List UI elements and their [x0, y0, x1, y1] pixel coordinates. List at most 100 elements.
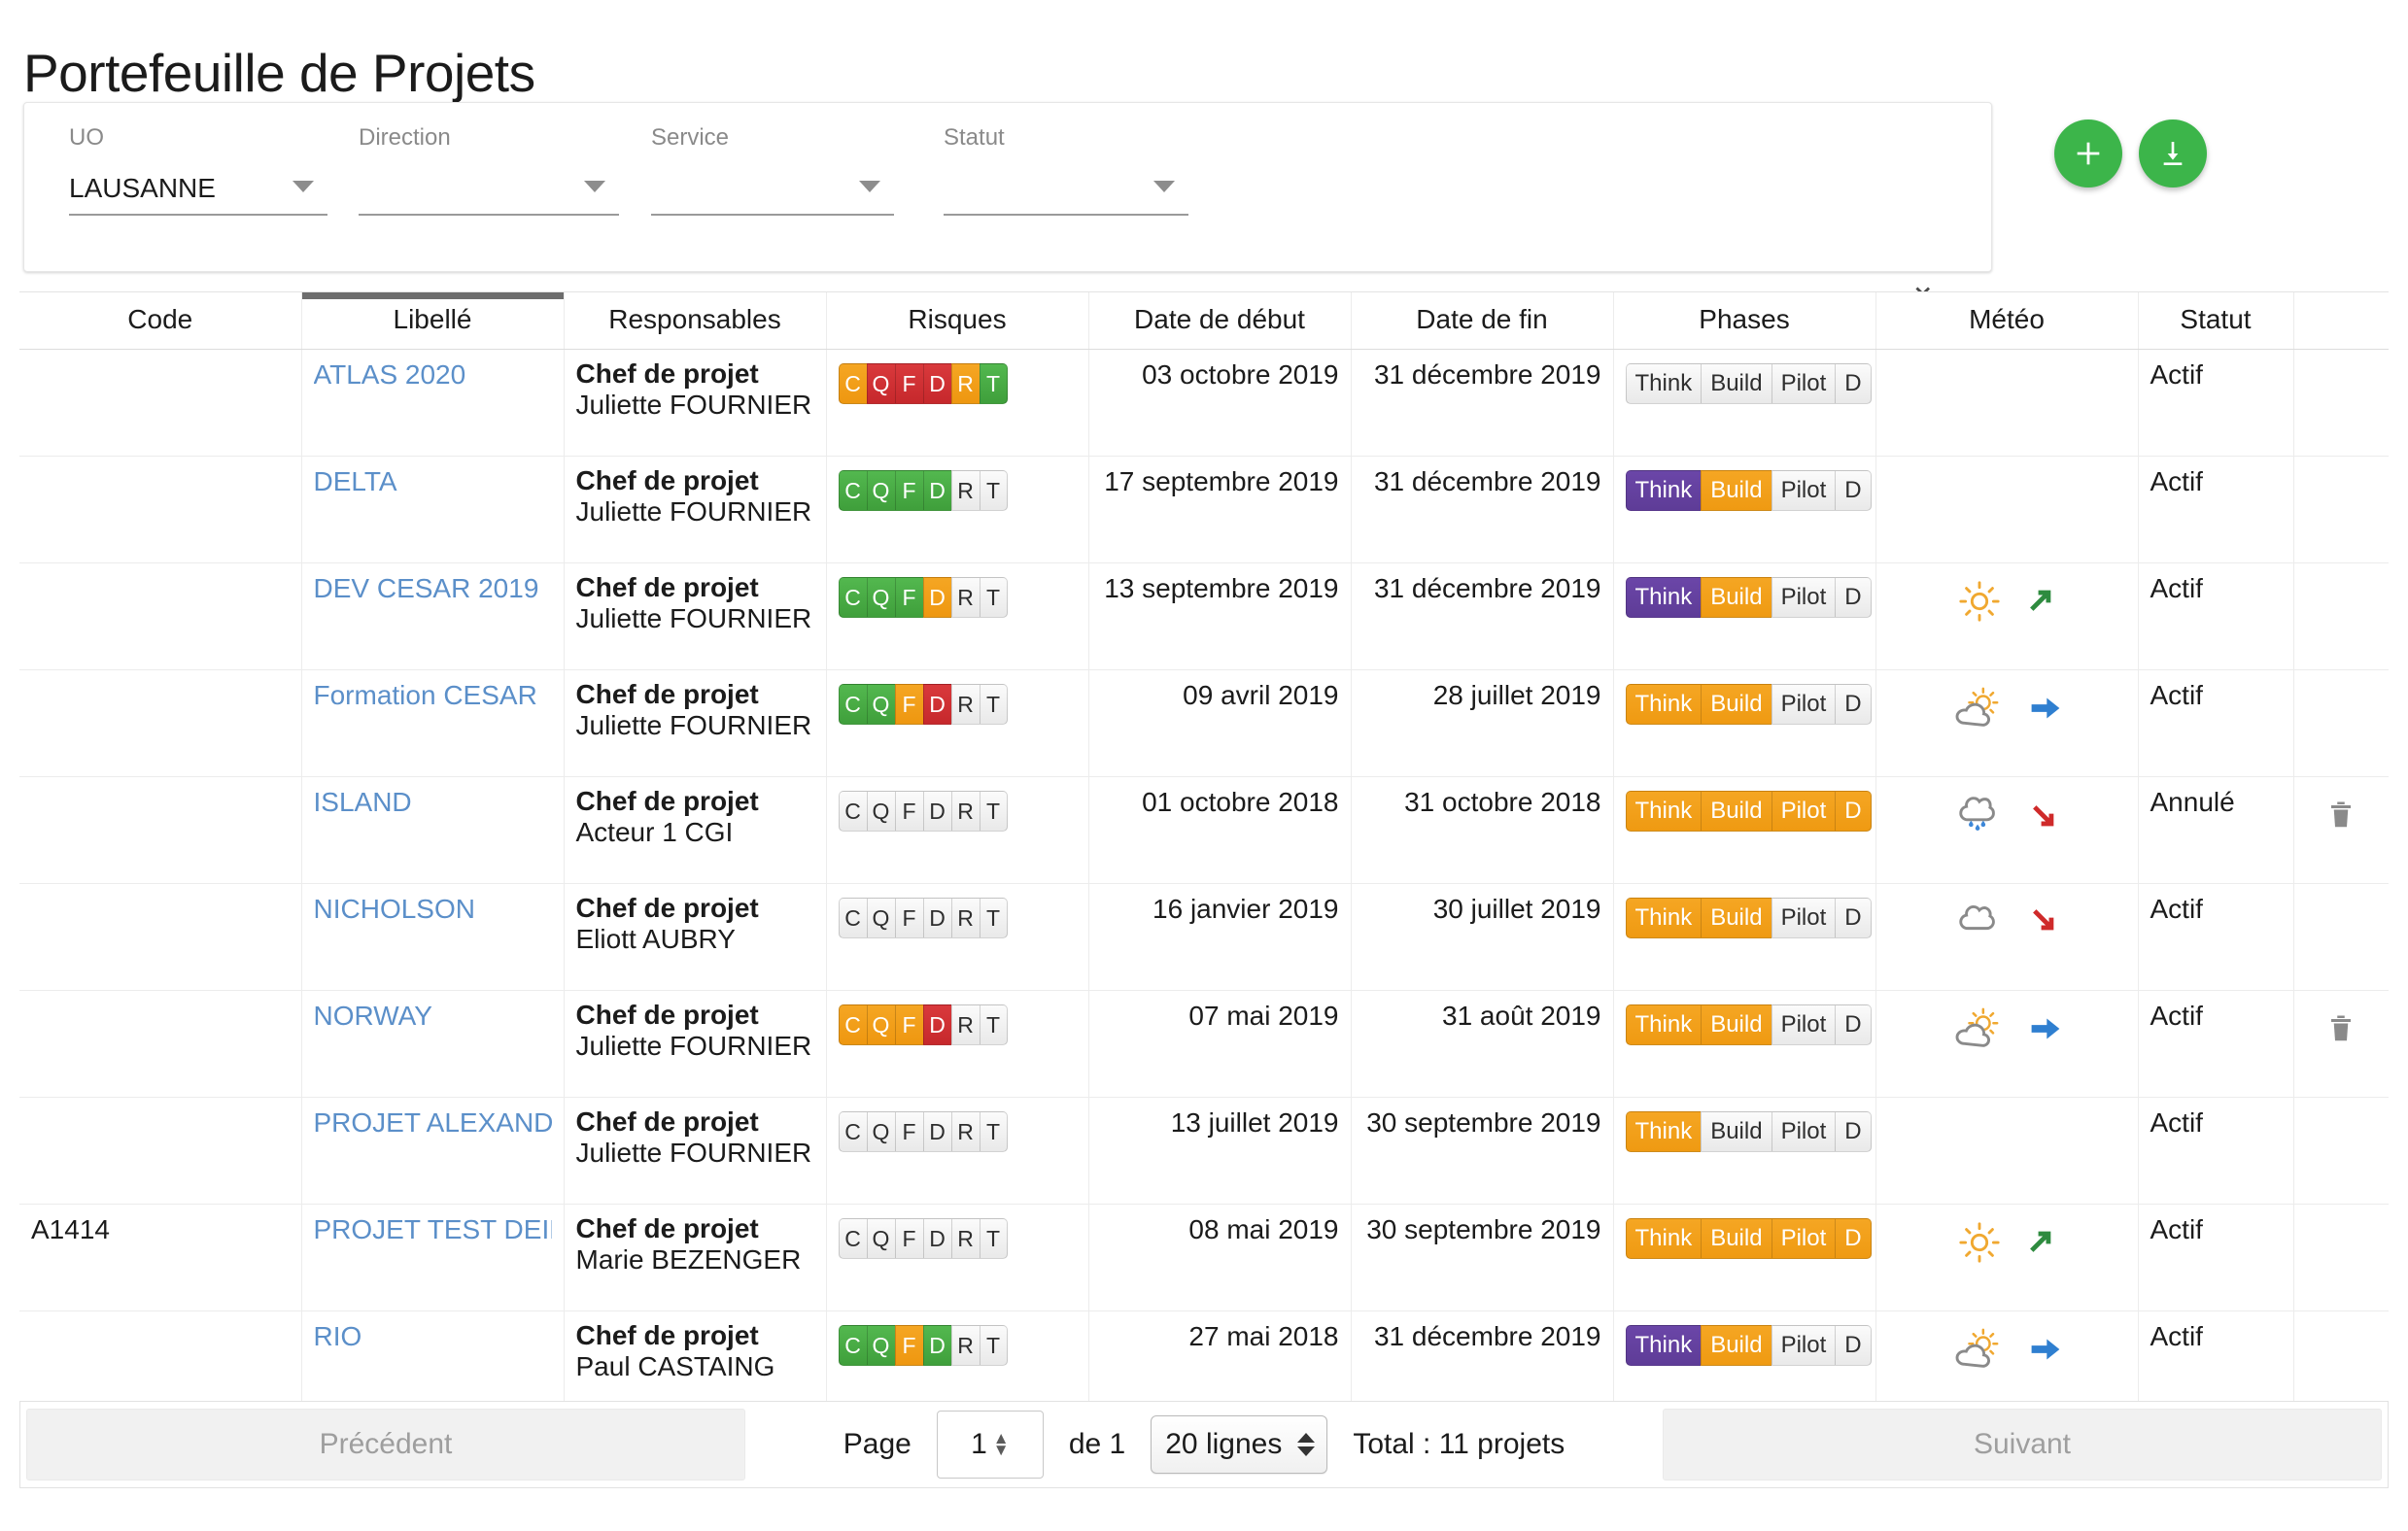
rows-per-page-select[interactable]: 20 lignes	[1151, 1415, 1328, 1474]
table-row[interactable]: PROJET ALEXANDRE Chef de projetJuliette F…	[19, 1097, 2389, 1205]
phase-chip-build: Build	[1701, 1218, 1772, 1259]
previous-page-button[interactable]: Précédent	[26, 1409, 745, 1480]
cell-actions	[2293, 883, 2389, 991]
table-row[interactable]: A1414 PROJET TEST DEIN Chef de projet Marie…	[19, 1204, 2389, 1311]
project-link[interactable]: PROJET ALEXANDRE	[314, 1107, 552, 1139]
filter-direction[interactable]: Direction	[359, 126, 619, 216]
cell-libelle: PROJET TEST DEIN	[301, 1204, 565, 1311]
risk-chip-d: D	[922, 363, 951, 404]
filter-select[interactable]	[944, 169, 1188, 216]
phase-indicator[interactable]: Think Build Pilot D	[1625, 577, 1875, 618]
risk-indicator[interactable]: CQFDRT	[838, 1004, 1077, 1045]
column-header-meteo[interactable]: Météo	[1875, 292, 2139, 350]
add-project-button[interactable]	[2054, 119, 2122, 187]
table-row[interactable]: ATLAS 2020 Chef de projet Juliette FOURNIE…	[19, 349, 2389, 457]
table-row[interactable]: Formation CESAR Chef de projet Juliette FO…	[19, 669, 2389, 777]
project-link[interactable]: Formation CESAR	[314, 680, 552, 711]
filter-select[interactable]	[651, 169, 894, 216]
filter-statut[interactable]: Statut	[944, 126, 1188, 216]
phase-chip-d: D	[1835, 363, 1872, 404]
phase-indicator[interactable]: Think Build Pilot D	[1625, 684, 1875, 725]
phase-chip-pilot: Pilot	[1771, 684, 1836, 725]
column-header-start[interactable]: Date de début	[1088, 292, 1352, 350]
filter-service[interactable]: Service	[651, 126, 894, 216]
responsable-name: Juliette FOURNIER	[575, 1138, 812, 1169]
project-link[interactable]: ISLAND	[314, 787, 552, 818]
phase-indicator[interactable]: Think Build Pilot D	[1625, 898, 1875, 938]
risk-chip-q: Q	[866, 1004, 895, 1045]
phase-indicator[interactable]: Think Build Pilot D	[1625, 1218, 1875, 1259]
filter-select[interactable]	[359, 169, 619, 216]
rows-per-page-value: 20 lignes	[1165, 1428, 1283, 1460]
phase-indicator[interactable]: Think Build Pilot D	[1625, 1325, 1875, 1366]
page-title: Portefeuille de Projets	[23, 42, 535, 103]
caret-down-icon[interactable]	[584, 181, 605, 192]
column-header-end[interactable]: Date de fin	[1351, 292, 1614, 350]
table-row[interactable]: DELTA Chef de projet Juliette FOURNIER C Q F D…	[19, 456, 2389, 563]
caret-down-icon[interactable]	[292, 181, 314, 192]
filter-select[interactable]: LAUSANNE	[69, 169, 327, 216]
export-button[interactable]	[2139, 119, 2207, 187]
project-link[interactable]: ATLAS 2020	[314, 359, 552, 391]
column-header-risk[interactable]: Risques	[826, 292, 1089, 350]
date-value: 13 septembre 2019	[1104, 573, 1339, 603]
filter-uo[interactable]: UO LAUSANNE	[69, 126, 327, 216]
column-header-phase[interactable]: Phases	[1613, 292, 1876, 350]
phase-chip-d: D	[1835, 791, 1872, 832]
project-link[interactable]: DEV CESAR 2019	[314, 573, 552, 604]
cell-date-start: 13 septembre 2019	[1088, 562, 1352, 670]
cell-risques: CQFDRT	[826, 562, 1089, 670]
risk-indicator[interactable]: CQFDRT	[838, 898, 1077, 938]
cell-meteo	[1875, 349, 2139, 457]
column-header-code[interactable]: Code	[19, 292, 302, 350]
spinner-arrows-icon[interactable]: ▲ ▼	[993, 1430, 1010, 1458]
page-number-stepper[interactable]: 1 ▲ ▼	[936, 1411, 1044, 1479]
project-link[interactable]: NICHOLSON	[314, 894, 552, 925]
project-link[interactable]: RIO	[314, 1321, 552, 1352]
risk-indicator[interactable]: CQFDRT	[838, 1218, 1077, 1259]
risk-chip-d: D	[922, 898, 951, 938]
phase-indicator[interactable]: Think Build Pilot D	[1625, 470, 1875, 511]
risk-indicator[interactable]: CQFDRT	[838, 1111, 1077, 1152]
table-row[interactable]: DEV CESAR 2019 Chef de projet Juliette FOU…	[19, 562, 2389, 670]
delete-icon[interactable]	[2306, 1014, 2378, 1043]
risk-indicator[interactable]: CQFDRT	[838, 363, 1077, 404]
responsable-name: Marie BEZENGER	[575, 1244, 802, 1276]
phase-chip-build: Build	[1701, 684, 1772, 725]
phase-indicator[interactable]: Think Build Pilot D	[1625, 1004, 1875, 1045]
caret-down-icon[interactable]	[1153, 181, 1175, 192]
table-row[interactable]: NICHOLSON Chef de projet Eliott AUBRY C Q F D R…	[19, 883, 2389, 991]
column-header-act[interactable]	[2293, 292, 2389, 350]
risk-chip-q: Q	[866, 470, 895, 511]
project-link[interactable]: NORWAY	[314, 1001, 552, 1032]
next-page-button[interactable]: Suivant	[1663, 1409, 2382, 1480]
risk-chip-f: F	[894, 791, 923, 832]
caret-down-icon[interactable]	[859, 181, 880, 192]
cell-actions	[2293, 1097, 2389, 1205]
phase-chip-think: Think	[1625, 577, 1702, 618]
table-row[interactable]: NORWAY Chef de projet Juliette FOURNIER C Q F…	[19, 990, 2389, 1098]
cell-phases: Think Build Pilot D	[1613, 1097, 1876, 1205]
table-row[interactable]: ISLAND Chef de projet Acteur 1 CGI C Q F D R T 01…	[19, 776, 2389, 884]
phase-indicator[interactable]: Think Build Pilot D	[1625, 791, 1875, 832]
risk-indicator[interactable]: CQFDRT	[838, 470, 1077, 511]
column-header-lib[interactable]: Libellé	[301, 292, 565, 350]
delete-icon[interactable]	[2306, 800, 2378, 830]
risk-indicator[interactable]: CQFDRT	[838, 577, 1077, 618]
risk-indicator[interactable]: CQFDRT	[838, 684, 1077, 725]
risk-indicator[interactable]: CQFDRT	[838, 791, 1077, 832]
responsable-name: Acteur 1 CGI	[575, 817, 734, 848]
risk-indicator[interactable]: CQFDRT	[838, 1325, 1077, 1366]
cell-code	[19, 669, 302, 777]
cell-code	[19, 562, 302, 670]
cell-date-end: 31 décembre 2019	[1351, 562, 1614, 670]
date-value: 30 septembre 2019	[1366, 1107, 1601, 1138]
phase-indicator[interactable]: Think Build Pilot D	[1625, 1111, 1875, 1152]
project-link[interactable]: DELTA	[314, 466, 552, 497]
column-header-resp[interactable]: Responsables	[564, 292, 827, 350]
cell-phases: Think Build Pilot D	[1613, 883, 1876, 991]
phase-indicator[interactable]: Think Build Pilot D	[1625, 363, 1875, 404]
risk-chip-c: C	[838, 791, 867, 832]
column-header-statut[interactable]: Statut	[2138, 292, 2294, 350]
project-link[interactable]: PROJET TEST DEIN	[314, 1214, 552, 1245]
